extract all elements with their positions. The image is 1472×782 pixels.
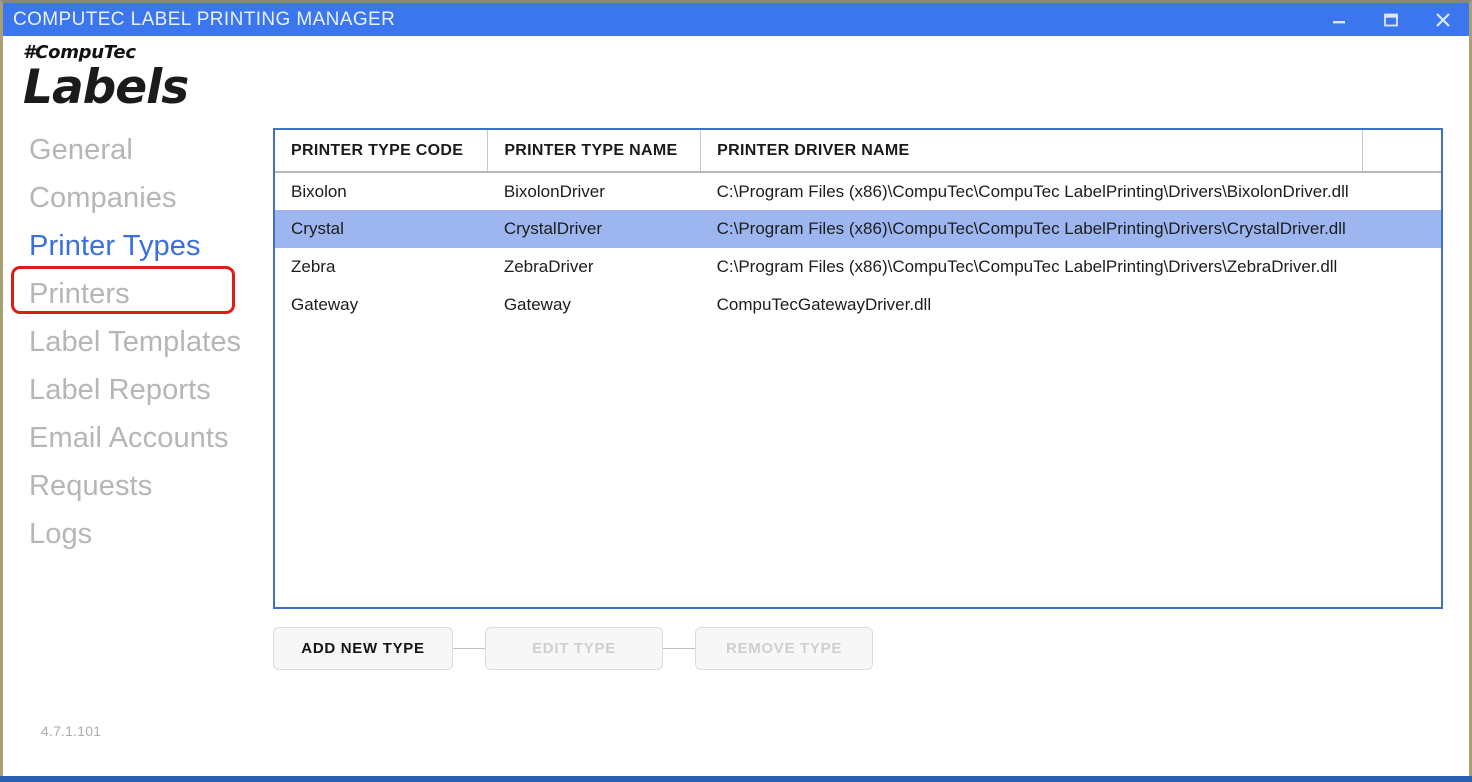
table-row[interactable]: Zebra ZebraDriver C:\Program Files (x86)… <box>275 248 1441 286</box>
sidebar-item-label: Printer Types <box>29 230 201 263</box>
sidebar-item-printer-types[interactable]: Printer Types <box>3 222 268 270</box>
sidebar-item-printers[interactable]: Printers <box>3 270 268 318</box>
sidebar-item-label: General <box>29 134 133 167</box>
sidebar-item-label: Email Accounts <box>29 422 229 455</box>
cell-printer-driver-name: C:\Program Files (x86)\CompuTec\CompuTec… <box>701 248 1363 286</box>
sidebar-item-general[interactable]: General <box>3 126 268 174</box>
table-row[interactable]: Bixolon BixolonDriver C:\Program Files (… <box>275 172 1441 210</box>
window-title: COMPUTEC LABEL PRINTING MANAGER <box>13 9 395 31</box>
edit-type-button[interactable]: EDIT TYPE <box>485 627 663 670</box>
cell-printer-type-code: Bixolon <box>275 172 488 210</box>
sidebar-item-email-accounts[interactable]: Email Accounts <box>3 414 268 462</box>
remove-type-button[interactable]: REMOVE TYPE <box>695 627 873 670</box>
application-window: COMPUTEC LABEL PRINTING MANAGER <box>0 0 1472 782</box>
cell-printer-type-name: CrystalDriver <box>488 210 701 248</box>
cell-printer-driver-name: C:\Program Files (x86)\CompuTec\CompuTec… <box>701 172 1363 210</box>
version-label: 4.7.1.101 <box>41 723 101 739</box>
sidebar-item-label: Companies <box>29 182 177 215</box>
printer-types-table: PRINTER TYPE CODE PRINTER TYPE NAME PRIN… <box>273 128 1443 609</box>
sidebar-item-companies[interactable]: Companies <box>3 174 268 222</box>
cell-printer-driver-name: CompuTecGatewayDriver.dll <box>701 286 1363 324</box>
sidebar-item-label: Label Reports <box>29 374 211 407</box>
sidebar-nav: General Companies Printer Types Printers… <box>3 126 268 558</box>
cell-printer-type-code: Crystal <box>275 210 488 248</box>
cell-extra <box>1362 210 1441 248</box>
sidebar-item-label-templates[interactable]: Label Templates <box>3 318 268 366</box>
sidebar-item-label: Requests <box>29 470 152 503</box>
body-area: #CompuTec Labels General Companies Print… <box>3 36 1469 779</box>
button-connector <box>663 648 695 649</box>
column-header-printer-type-code[interactable]: PRINTER TYPE CODE <box>275 130 488 172</box>
sidebar-item-logs[interactable]: Logs <box>3 510 268 558</box>
sidebar-item-label: Printers <box>29 278 130 311</box>
add-new-type-button[interactable]: ADD NEW TYPE <box>273 627 453 670</box>
action-button-bar: ADD NEW TYPE EDIT TYPE REMOVE TYPE <box>273 626 913 670</box>
main-content: PRINTER TYPE CODE PRINTER TYPE NAME PRIN… <box>268 36 1469 779</box>
button-connector <box>453 648 485 649</box>
table-row[interactable]: Crystal CrystalDriver C:\Program Files (… <box>275 210 1441 248</box>
column-header-extra[interactable] <box>1362 130 1441 172</box>
cell-printer-type-name: ZebraDriver <box>488 248 701 286</box>
table-row[interactable]: Gateway Gateway CompuTecGatewayDriver.dl… <box>275 286 1441 324</box>
sidebar-item-label-reports[interactable]: Label Reports <box>3 366 268 414</box>
sidebar-item-label: Label Templates <box>29 326 241 359</box>
cell-printer-type-code: Zebra <box>275 248 488 286</box>
brand-logo: #CompuTec Labels <box>23 43 253 115</box>
cell-extra <box>1362 172 1441 210</box>
close-button[interactable] <box>1417 3 1469 36</box>
table-header-row: PRINTER TYPE CODE PRINTER TYPE NAME PRIN… <box>275 130 1441 172</box>
column-header-printer-driver-name[interactable]: PRINTER DRIVER NAME <box>701 130 1363 172</box>
cell-extra <box>1362 286 1441 324</box>
sidebar: #CompuTec Labels General Companies Print… <box>3 36 268 779</box>
sidebar-item-label: Logs <box>29 518 92 551</box>
cell-extra <box>1362 248 1441 286</box>
title-bar: COMPUTEC LABEL PRINTING MANAGER <box>3 3 1469 36</box>
column-header-printer-type-name[interactable]: PRINTER TYPE NAME <box>488 130 701 172</box>
cell-printer-type-name: BixolonDriver <box>488 172 701 210</box>
sidebar-item-requests[interactable]: Requests <box>3 462 268 510</box>
cell-printer-driver-name: C:\Program Files (x86)\CompuTec\CompuTec… <box>701 210 1363 248</box>
maximize-button[interactable] <box>1365 3 1417 36</box>
bottom-accent-strip <box>0 776 1472 782</box>
cell-printer-type-code: Gateway <box>275 286 488 324</box>
cell-printer-type-name: Gateway <box>488 286 701 324</box>
minimize-button[interactable] <box>1313 3 1365 36</box>
window-controls <box>1313 3 1469 36</box>
brand-main-text: Labels <box>23 61 253 115</box>
